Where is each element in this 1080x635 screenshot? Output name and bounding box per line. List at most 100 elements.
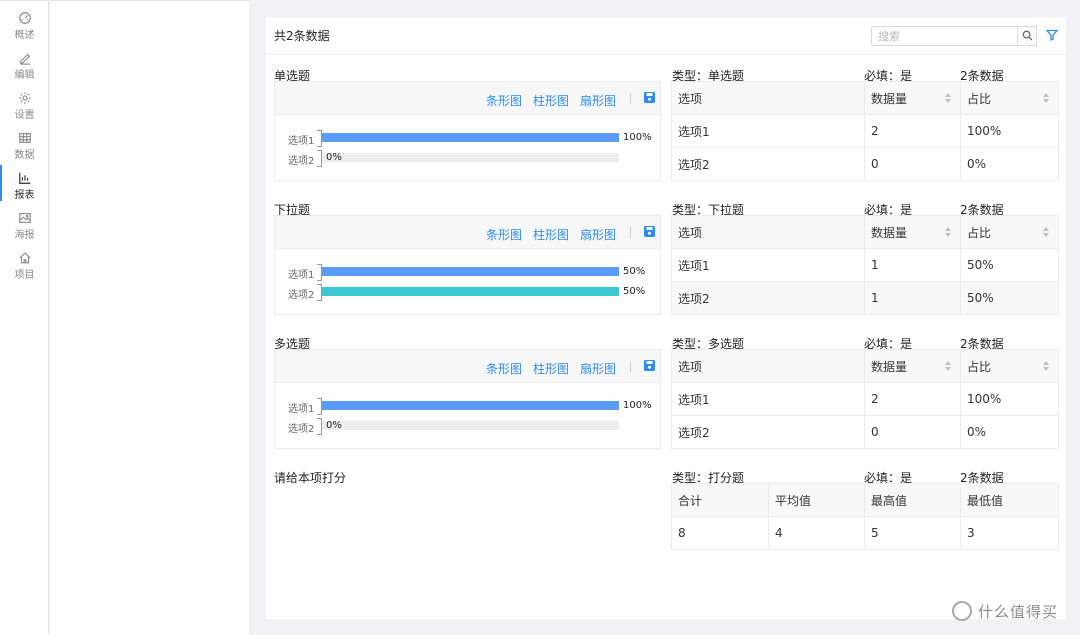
gear-icon (18, 92, 31, 104)
cell-option: 选项1 (671, 248, 865, 282)
chart-box: 条形图 柱形图 扇形图 选项1 选项2 100% 0% (274, 349, 661, 449)
rail-label-overview: 概述 (14, 30, 35, 41)
bar-option-2 (322, 287, 619, 296)
search-icon (1022, 30, 1033, 41)
tab-pie-chart[interactable]: 扇形图 (580, 92, 616, 109)
rail-item-data[interactable]: 数据 (0, 121, 49, 161)
toolbar-divider (630, 93, 631, 104)
cell-ratio: 50% (960, 248, 1059, 282)
col-header-sum: 合计 (671, 483, 769, 517)
bar-track (322, 153, 619, 162)
rail-item-project[interactable]: 项目 (0, 241, 49, 281)
tab-bar-chart[interactable]: 条形图 (486, 360, 522, 377)
tab-pie-chart[interactable]: 扇形图 (580, 360, 616, 377)
chart-toolbar: 条形图 柱形图 扇形图 (275, 350, 660, 383)
col-header-count[interactable]: 数据量 (864, 349, 961, 383)
sort-icon[interactable] (1043, 93, 1050, 104)
rail-label-data: 数据 (14, 150, 35, 161)
bar-option-1 (322, 133, 619, 142)
col-header-ratio[interactable]: 占比 (960, 349, 1059, 383)
bar-category-label: 选项1 (288, 404, 315, 415)
tab-bar-chart[interactable]: 条形图 (486, 226, 522, 243)
tab-pie-chart[interactable]: 扇形图 (580, 226, 616, 243)
save-button[interactable] (644, 226, 655, 240)
tab-column-chart[interactable]: 柱形图 (533, 360, 569, 377)
table-row: 选项1 1 50% (671, 248, 1059, 282)
score-table: 合计 平均值 最高值 最低值 8 4 5 3 (671, 483, 1059, 550)
save-icon (644, 226, 655, 237)
save-icon (644, 360, 655, 371)
save-button[interactable] (644, 92, 655, 106)
col-header-ratio[interactable]: 占比 (960, 81, 1059, 115)
icon-rail: 概述 编辑 设置 数据 报表 海报 项目 (0, 0, 49, 635)
table-row: 8 4 5 3 (671, 516, 1059, 550)
table-row: 选项2 1 50% (671, 281, 1059, 315)
tab-column-chart[interactable]: 柱形图 (533, 92, 569, 109)
save-button[interactable] (644, 360, 655, 374)
bar-chart-icon (18, 172, 30, 184)
home-icon (18, 252, 31, 264)
cell-average: 4 (768, 516, 865, 550)
col-header-option: 选项 (671, 81, 865, 115)
bar-track (322, 421, 619, 430)
cell-ratio: 100% (960, 382, 1059, 416)
bar-option-1 (322, 267, 619, 276)
col-header-max: 最高值 (864, 483, 961, 517)
rail-item-overview[interactable]: 概述 (0, 1, 49, 41)
toolbar-divider (630, 361, 631, 372)
chart-toolbar: 条形图 柱形图 扇形图 (275, 216, 660, 249)
col-header-count[interactable]: 数据量 (864, 81, 961, 115)
secondary-panel (50, 0, 249, 635)
cell-ratio: 100% (960, 114, 1059, 148)
search-box (871, 26, 1037, 46)
col-header-min: 最低值 (960, 483, 1059, 517)
bar-option-1 (322, 401, 619, 410)
cell-count: 0 (864, 147, 961, 181)
cell-ratio: 50% (960, 281, 1059, 315)
total-count: 共2条数据 (274, 29, 330, 43)
col-header-option: 选项 (671, 215, 865, 249)
cell-ratio: 0% (960, 147, 1059, 181)
cell-count: 0 (864, 415, 961, 449)
cell-option: 选项1 (671, 382, 865, 416)
sort-icon[interactable] (945, 93, 952, 104)
option-table: 选项 数据量 占比 选项1 2 100% 选项2 0 0% (671, 81, 1059, 181)
rail-item-settings[interactable]: 设置 (0, 81, 49, 121)
search-input[interactable] (872, 27, 1016, 45)
filter-button[interactable] (1045, 29, 1059, 44)
question-title: 请给本项打分 (274, 471, 347, 485)
option-table: 选项 数据量 占比 选项1 2 100% 选项2 0 0% (671, 349, 1059, 449)
pencil-icon (19, 53, 30, 65)
search-button[interactable] (1017, 26, 1037, 46)
tab-column-chart[interactable]: 柱形图 (533, 226, 569, 243)
watermark-text: 什么值得买 (978, 603, 1059, 621)
rail-item-edit[interactable]: 编辑 (0, 41, 49, 81)
table-row: 选项1 2 100% (671, 114, 1059, 148)
bar-track (322, 287, 619, 296)
table-row: 选项2 0 0% (671, 147, 1059, 181)
col-header-ratio[interactable]: 占比 (960, 215, 1059, 249)
cell-count: 2 (864, 114, 961, 148)
col-header-option: 选项 (671, 349, 865, 383)
sort-icon[interactable] (1043, 227, 1050, 238)
chart-toolbar: 条形图 柱形图 扇形图 (275, 82, 660, 115)
col-header-count[interactable]: 数据量 (864, 215, 961, 249)
rail-item-reports[interactable]: 报表 (0, 161, 49, 201)
report-card: 共2条数据 单选题 条形图 柱形图 扇形图 选项1 选项2 (266, 17, 1066, 619)
watermark-logo (952, 601, 972, 621)
sort-icon[interactable] (1043, 361, 1050, 372)
sort-icon[interactable] (945, 227, 952, 238)
bar-category-label: 选项1 (288, 270, 315, 281)
cell-option: 选项2 (671, 147, 865, 181)
tab-bar-chart[interactable]: 条形图 (486, 92, 522, 109)
save-icon (644, 92, 655, 103)
table-row: 选项2 0 0% (671, 415, 1059, 449)
rail-label-poster: 海报 (14, 230, 35, 241)
bar-category-label: 选项2 (288, 156, 315, 167)
cell-ratio: 0% (960, 415, 1059, 449)
sort-icon[interactable] (945, 361, 952, 372)
chart-box: 条形图 柱形图 扇形图 选项1 选项2 50% 50% (274, 215, 661, 315)
cell-option: 选项1 (671, 114, 865, 148)
table-row: 选项1 2 100% (671, 382, 1059, 416)
rail-item-poster[interactable]: 海报 (0, 201, 49, 241)
